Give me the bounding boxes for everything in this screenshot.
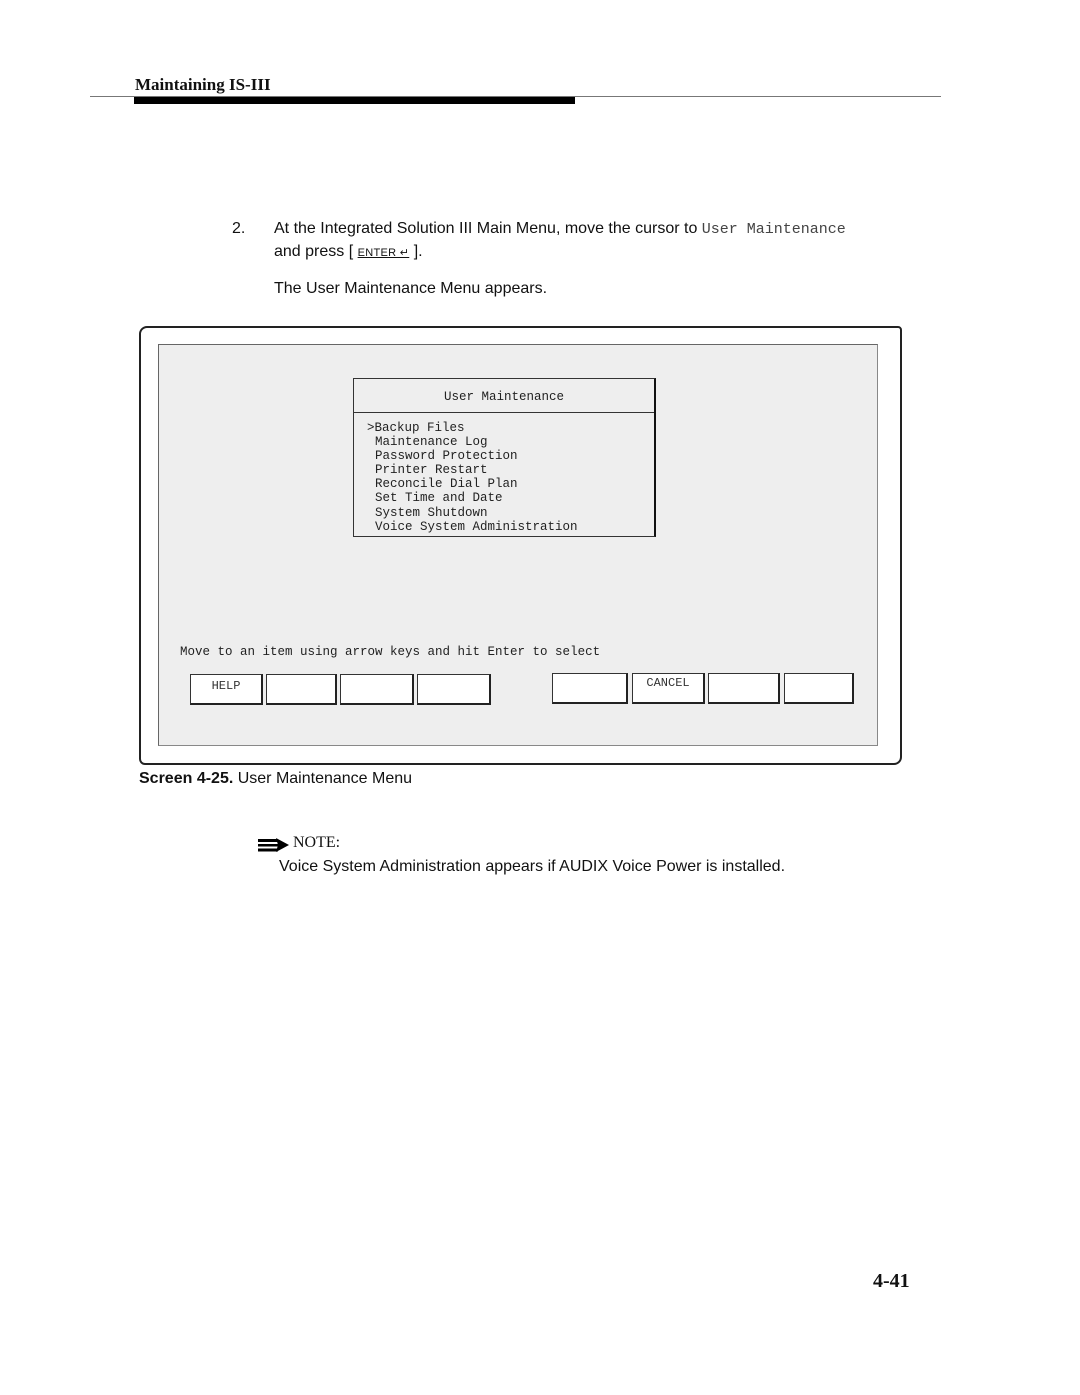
step-text-end: ]. xyxy=(409,243,423,260)
function-key-5[interactable] xyxy=(552,673,628,704)
function-key-3[interactable] xyxy=(340,674,414,705)
menu-item-set-time-and-date[interactable]: Set Time and Date xyxy=(375,491,578,505)
section-header: Maintaining IS-III xyxy=(135,75,271,94)
step-number: 2. xyxy=(232,220,246,237)
screen-caption: Screen 4-25. User Maintenance Menu xyxy=(139,770,412,788)
menu-item-reconcile-dial-plan[interactable]: Reconcile Dial Plan xyxy=(375,477,578,491)
menu-title: User Maintenance xyxy=(354,379,654,413)
page-number: 4-41 xyxy=(873,1270,910,1292)
function-key-7[interactable] xyxy=(708,673,780,704)
menu-item-password-protection[interactable]: Password Protection xyxy=(375,449,578,463)
header-bar xyxy=(134,97,575,104)
function-key-8[interactable] xyxy=(784,673,854,704)
menu-item-backup-files[interactable]: >Backup Files xyxy=(367,421,578,435)
caption-text: User Maintenance Menu xyxy=(233,770,413,787)
menu-item-voice-system-administration[interactable]: Voice System Administration xyxy=(375,520,578,534)
function-key-4[interactable] xyxy=(417,674,491,705)
user-maintenance-menu: User Maintenance >Backup Files Maintenan… xyxy=(353,378,656,537)
menu-option-name: User Maintenance xyxy=(701,221,846,238)
help-button[interactable]: HELP xyxy=(190,674,263,705)
step-text: At the Integrated Solution III Main Menu… xyxy=(274,220,702,237)
instruction-hint: Move to an item using arrow keys and hit… xyxy=(180,645,601,659)
note-arrow-icon xyxy=(258,838,290,857)
note-text: Voice System Administration appears if A… xyxy=(279,858,786,875)
menu-item-maintenance-log[interactable]: Maintenance Log xyxy=(375,435,578,449)
cancel-button[interactable]: CANCEL xyxy=(632,673,705,704)
menu-item-system-shutdown[interactable]: System Shutdown xyxy=(375,506,578,520)
enter-key: ENTER ↵ xyxy=(357,247,410,259)
step-result: The User Maintenance Menu appears. xyxy=(274,280,548,297)
function-key-2[interactable] xyxy=(266,674,337,705)
note-label: NOTE: xyxy=(293,834,341,851)
step-instruction: At the Integrated Solution III Main Menu… xyxy=(274,218,874,264)
caption-label: Screen 4-25. xyxy=(139,770,234,787)
menu-item-printer-restart[interactable]: Printer Restart xyxy=(375,463,578,477)
step-text-mid: and press [ xyxy=(274,243,358,260)
menu-list: >Backup Files Maintenance Log Password P… xyxy=(367,421,578,534)
